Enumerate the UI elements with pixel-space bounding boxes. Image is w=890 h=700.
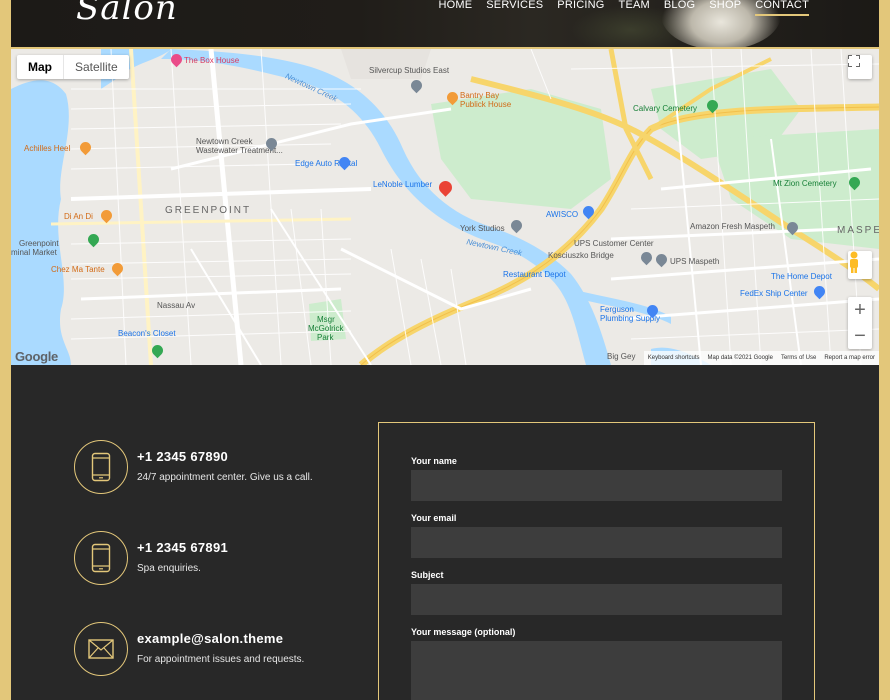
nav-team[interactable]: TEAM <box>619 0 650 16</box>
google-map[interactable]: The Box House Silvercup Studios East New… <box>11 49 879 365</box>
map-label-ferguson[interactable]: Ferguson <box>600 305 634 314</box>
contact-icon-circle <box>74 531 128 585</box>
map-label-kosciuszko[interactable]: Kosciuszko Bridge <box>548 251 614 260</box>
contact-icon-circle <box>74 622 128 676</box>
map-label-home-depot[interactable]: The Home Depot <box>771 272 832 281</box>
contact-icon-circle <box>74 440 128 494</box>
nav-home[interactable]: HOME <box>438 0 472 16</box>
map-label-york[interactable]: York Studios <box>460 224 505 233</box>
map-label-nc-wastewater[interactable]: Newtown Creek <box>196 137 252 146</box>
terms-link[interactable]: Terms of Use <box>781 351 816 365</box>
map-label-maspeth: MASPE <box>837 225 879 236</box>
main-nav: HOME SERVICES PRICING TEAM BLOG SHOP CON… <box>438 0 809 16</box>
contact-subtitle: Spa enquiries. <box>137 563 201 574</box>
map-label-amazon[interactable]: Amazon Fresh Maspeth <box>690 222 775 231</box>
map-canvas <box>11 49 879 365</box>
pegman-icon <box>850 251 858 273</box>
map-label-restaurant-depot[interactable]: Restaurant Depot <box>503 270 566 279</box>
nav-pricing[interactable]: PRICING <box>557 0 604 16</box>
map-attribution: Keyboard shortcuts Map data ©2021 Google… <box>643 351 879 365</box>
map-label-msgr-2[interactable]: McGolrick <box>308 324 344 333</box>
contact-subtitle: For appointment issues and requests. <box>137 654 305 665</box>
contact-item-phone-spa: +1 2345 67891 Spa enquiries. <box>74 531 374 591</box>
message-label: Your message (optional) <box>411 627 516 637</box>
name-label: Your name <box>411 456 457 466</box>
map-label-nassau[interactable]: Nassau Av <box>157 301 195 310</box>
map-type-map-button[interactable]: Map <box>17 55 64 79</box>
nav-contact[interactable]: CONTACT <box>755 0 809 16</box>
map-label-silvercup[interactable]: Silvercup Studios East <box>369 66 449 75</box>
map-label-achilles[interactable]: Achilles Heel <box>24 144 70 153</box>
map-label-greenpoint: GREENPOINT <box>165 205 252 216</box>
subject-label: Subject <box>411 570 444 580</box>
map-label-di-an-di[interactable]: Di An Di <box>64 212 93 221</box>
map-label-bantry-2[interactable]: Publick House <box>460 100 511 109</box>
map-label-msgr[interactable]: Msgr <box>317 315 335 324</box>
map-label-ups-maspeth[interactable]: UPS Maspeth <box>670 257 719 266</box>
contact-item-phone-main: +1 2345 67890 24/7 appointment center. G… <box>74 440 374 500</box>
site-logo[interactable]: Salon <box>76 0 178 28</box>
map-type-satellite-button[interactable]: Satellite <box>64 55 129 79</box>
phone-icon <box>91 452 111 482</box>
google-logo[interactable]: Google <box>15 349 58 364</box>
name-input[interactable] <box>411 470 782 501</box>
map-label-beacons[interactable]: Beacon's Closet <box>118 329 176 338</box>
map-label-big-gey[interactable]: Big Gey <box>607 352 635 361</box>
fullscreen-icon <box>848 55 860 67</box>
map-label-gp-terminal-2[interactable]: minal Market <box>11 248 57 257</box>
contact-section: +1 2345 67890 24/7 appointment center. G… <box>11 365 879 700</box>
mail-icon <box>88 639 114 659</box>
zoom-out-button[interactable]: − <box>848 323 872 349</box>
map-label-ups-customer[interactable]: UPS Customer Center <box>574 239 654 248</box>
nav-blog[interactable]: BLOG <box>664 0 695 16</box>
map-label-fedex[interactable]: FedEx Ship Center <box>740 289 808 298</box>
map-label-chez-ma[interactable]: Chez Ma Tante <box>51 265 105 274</box>
subject-input[interactable] <box>411 584 782 615</box>
map-label-bantry[interactable]: Bantry Bay <box>460 91 499 100</box>
phone-icon <box>91 543 111 573</box>
map-label-gp-terminal[interactable]: Greenpoint <box>19 239 59 248</box>
fullscreen-button[interactable] <box>848 55 872 79</box>
contact-item-email: example@salon.theme For appointment issu… <box>74 622 374 682</box>
contact-form: Your name Your email Subject Your messag… <box>378 422 815 700</box>
site-header: Salon HOME SERVICES PRICING TEAM BLOG SH… <box>11 0 879 47</box>
map-data-text: Map data ©2021 Google <box>707 355 773 361</box>
nav-shop[interactable]: SHOP <box>709 0 741 16</box>
email-label: Your email <box>411 513 457 523</box>
map-label-lenoble[interactable]: LeNoble Lumber <box>373 180 432 189</box>
contact-title[interactable]: +1 2345 67891 <box>137 540 228 555</box>
street-view-button[interactable] <box>848 251 872 279</box>
contact-title[interactable]: example@salon.theme <box>137 631 283 646</box>
email-input[interactable] <box>411 527 782 558</box>
nav-services[interactable]: SERVICES <box>486 0 543 16</box>
map-label-msgr-3[interactable]: Park <box>317 333 333 342</box>
map-label-box-house[interactable]: The Box House <box>184 56 239 65</box>
contact-subtitle: 24/7 appointment center. Give us a call. <box>137 472 313 483</box>
map-label-mt-zion[interactable]: Mt Zion Cemetery <box>773 179 837 188</box>
keyboard-shortcuts-link[interactable]: Keyboard shortcuts <box>648 351 700 365</box>
map-type-control: Map Satellite <box>17 55 129 79</box>
message-textarea[interactable] <box>411 641 782 700</box>
map-label-awisco[interactable]: AWISCO <box>546 210 578 219</box>
report-error-link[interactable]: Report a map error <box>824 351 875 365</box>
map-label-calvary[interactable]: Calvary Cemetery <box>633 104 697 113</box>
zoom-control: + − <box>848 297 872 349</box>
zoom-in-button[interactable]: + <box>848 297 872 323</box>
contact-title[interactable]: +1 2345 67890 <box>137 449 228 464</box>
